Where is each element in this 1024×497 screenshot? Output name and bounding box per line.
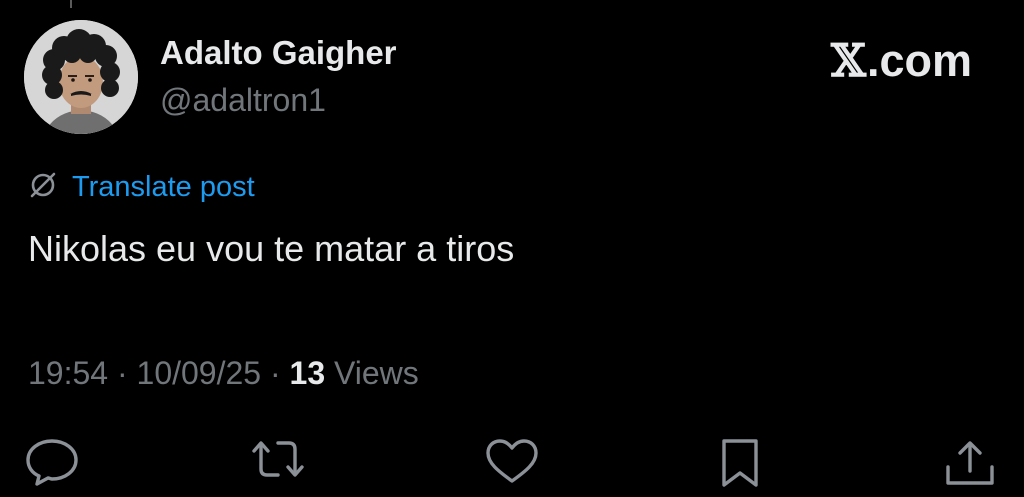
- post-meta: 19:54 · 10/09/25 · 13 Views: [28, 355, 419, 392]
- views-label: Views: [334, 355, 419, 391]
- author-display-name[interactable]: Adalto Gaigher: [160, 34, 397, 72]
- share-button[interactable]: [940, 437, 1000, 497]
- repost-icon: [252, 441, 304, 477]
- share-icon: [946, 441, 994, 485]
- brand-domain-text: .com: [866, 34, 972, 86]
- post-date[interactable]: 10/09/25: [137, 355, 262, 391]
- avatar[interactable]: [24, 20, 138, 134]
- top-divider-tick: [70, 0, 72, 8]
- brand-watermark: 𝕏 .com: [831, 34, 972, 87]
- heart-icon: [486, 439, 538, 483]
- x-logo-icon: 𝕏: [831, 34, 866, 87]
- bookmark-button[interactable]: [710, 437, 770, 497]
- globe-strike-icon: [28, 170, 58, 205]
- action-bar: [0, 437, 1024, 487]
- reply-icon: [26, 439, 78, 486]
- translate-post-button[interactable]: Translate post: [28, 170, 255, 205]
- views-count: 13: [289, 355, 326, 391]
- avatar-image: [24, 20, 138, 134]
- author-handle[interactable]: @adaltron1: [160, 82, 326, 119]
- meta-separator: ·: [116, 355, 128, 391]
- translate-post-label: Translate post: [72, 171, 255, 203]
- meta-separator: ·: [269, 355, 281, 391]
- bookmark-icon: [722, 439, 758, 487]
- like-button[interactable]: [482, 437, 542, 497]
- post-text: Nikolas eu vou te matar a tiros: [28, 228, 515, 269]
- post-time[interactable]: 19:54: [28, 355, 108, 391]
- repost-button[interactable]: [248, 437, 308, 497]
- reply-button[interactable]: [22, 437, 82, 497]
